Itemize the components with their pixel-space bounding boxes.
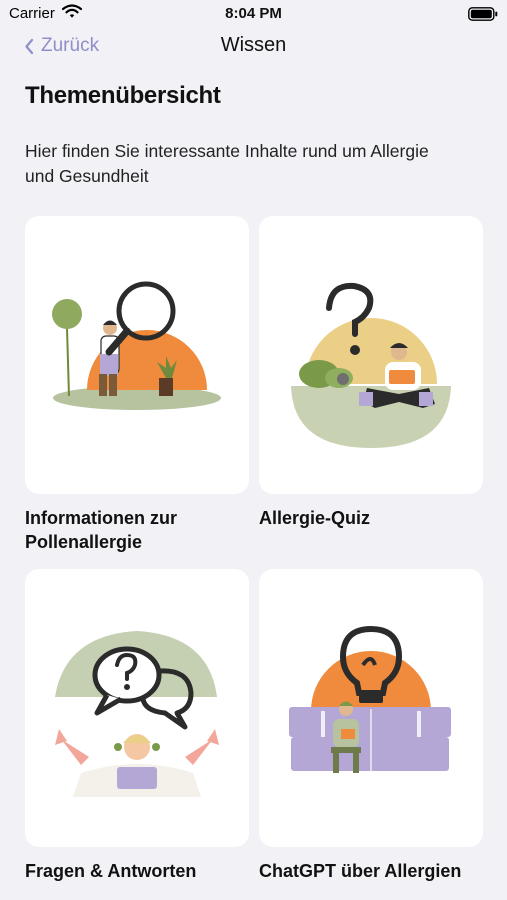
card-label: Allergie-Quiz (259, 508, 371, 528)
card-label: ChatGPT über Allergien (259, 861, 462, 881)
card-image (25, 569, 249, 847)
topic-card-pollenallergie[interactable]: Informationen zur Pollenallergie (25, 216, 249, 554)
clock: 8:04 PM (225, 5, 282, 22)
status-bar: Carrier 8:04 PM (0, 0, 507, 28)
page-subtitle: Hier finden Sie interessante Inhalte run… (25, 141, 429, 186)
card-image (25, 216, 249, 494)
lightbulb-sofa-illustration-icon (289, 625, 451, 773)
question-mark-reading-illustration-icon (291, 282, 451, 448)
speech-bubbles-illustration-icon (55, 631, 219, 797)
card-image (259, 216, 483, 494)
navigation-bar: Zurück Wissen (0, 30, 507, 60)
battery-icon (468, 7, 498, 26)
card-image (259, 569, 483, 847)
card-label: Informationen zur Pollenallergie (25, 508, 177, 552)
card-label: Fragen & Antworten (25, 861, 197, 881)
topic-card-quiz[interactable]: Allergie-Quiz (259, 216, 483, 530)
topic-card-chatgpt[interactable]: ChatGPT über Allergien (259, 569, 483, 883)
page-title: Themenübersicht (25, 82, 221, 109)
magnifier-illustration-icon (52, 281, 221, 410)
topic-card-faq[interactable]: Fragen & Antworten (25, 569, 249, 883)
nav-title: Wissen (220, 34, 287, 56)
